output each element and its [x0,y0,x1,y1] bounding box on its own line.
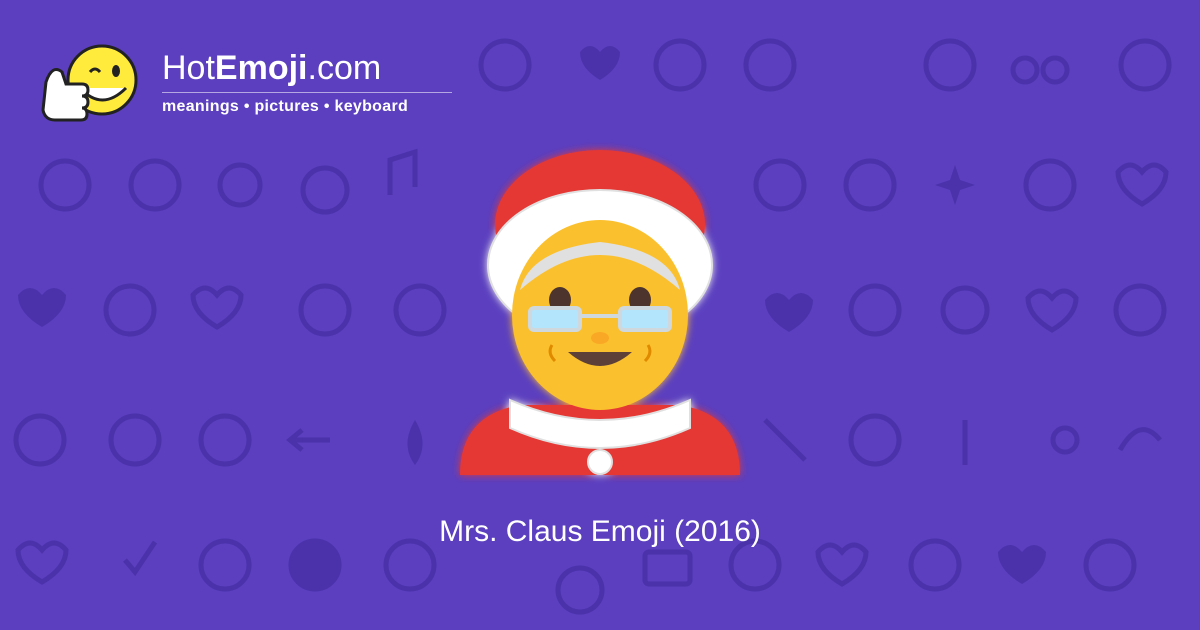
pattern-arrow-icon [286,428,330,452]
pattern-face-icon [1118,38,1172,92]
logo-prefix: Hot [162,49,215,87]
pattern-monkey-icon [1113,283,1167,337]
pattern-face-icon [198,413,252,467]
thumbs-up-wink-icon [41,44,138,122]
pattern-heart-icon [580,46,620,80]
pattern-heart-icon [190,285,244,330]
pattern-music-icon [387,148,418,195]
pattern-face-icon [753,158,807,212]
pattern-sparkle-icon [935,165,975,205]
pattern-eyes-icon [1010,55,1040,85]
logo-suffix: .com [307,49,382,87]
logo-divider [162,92,452,93]
logo-bold: Emoji [214,49,308,87]
pattern-row-1 [478,38,1172,92]
pattern-face-icon [848,413,902,467]
pattern-face-icon [13,413,67,467]
pattern-heart-icon [1115,162,1169,207]
pattern-face-icon [478,38,532,92]
pattern-camera-icon [642,549,693,587]
pattern-face-icon [393,283,447,337]
pattern-sun-icon [1050,425,1080,455]
pattern-heart-icon [18,288,66,327]
pattern-party-icon [763,418,807,462]
site-logo[interactable]: HotEmoji.com meanings • pictures • keybo… [40,36,460,136]
logo-tagline: meanings • pictures • keyboard [162,98,409,115]
pattern-face-icon [1023,158,1077,212]
pattern-face-icon [940,285,990,335]
og-image: HotEmoji.com meanings • pictures • keybo… [0,0,1200,630]
pattern-face-icon [653,38,707,92]
pattern-face-icon [300,165,350,215]
pattern-eyes-icon [1040,55,1070,85]
pattern-fire-icon [407,420,423,465]
logo-wordmark: HotEmoji.com [162,50,381,86]
pattern-face-icon [843,158,897,212]
pattern-face-icon [103,283,157,337]
pattern-face-icon [555,565,605,615]
emoji-caption: Mrs. Claus Emoji (2016) [439,515,761,548]
pattern-face-icon [848,283,902,337]
pattern-heart-icon [765,293,813,332]
pattern-face-icon [743,38,797,92]
pattern-face-icon [923,38,977,92]
pattern-muscle-icon [1117,427,1162,452]
pattern-face-icon [108,413,162,467]
pattern-face-icon [38,158,92,212]
pattern-heart-icon [1025,288,1079,333]
pattern-face-icon [298,283,352,337]
pattern-recycle-icon [217,162,263,208]
pattern-face-icon [128,158,182,212]
mrs-claus-icon [460,150,740,475]
